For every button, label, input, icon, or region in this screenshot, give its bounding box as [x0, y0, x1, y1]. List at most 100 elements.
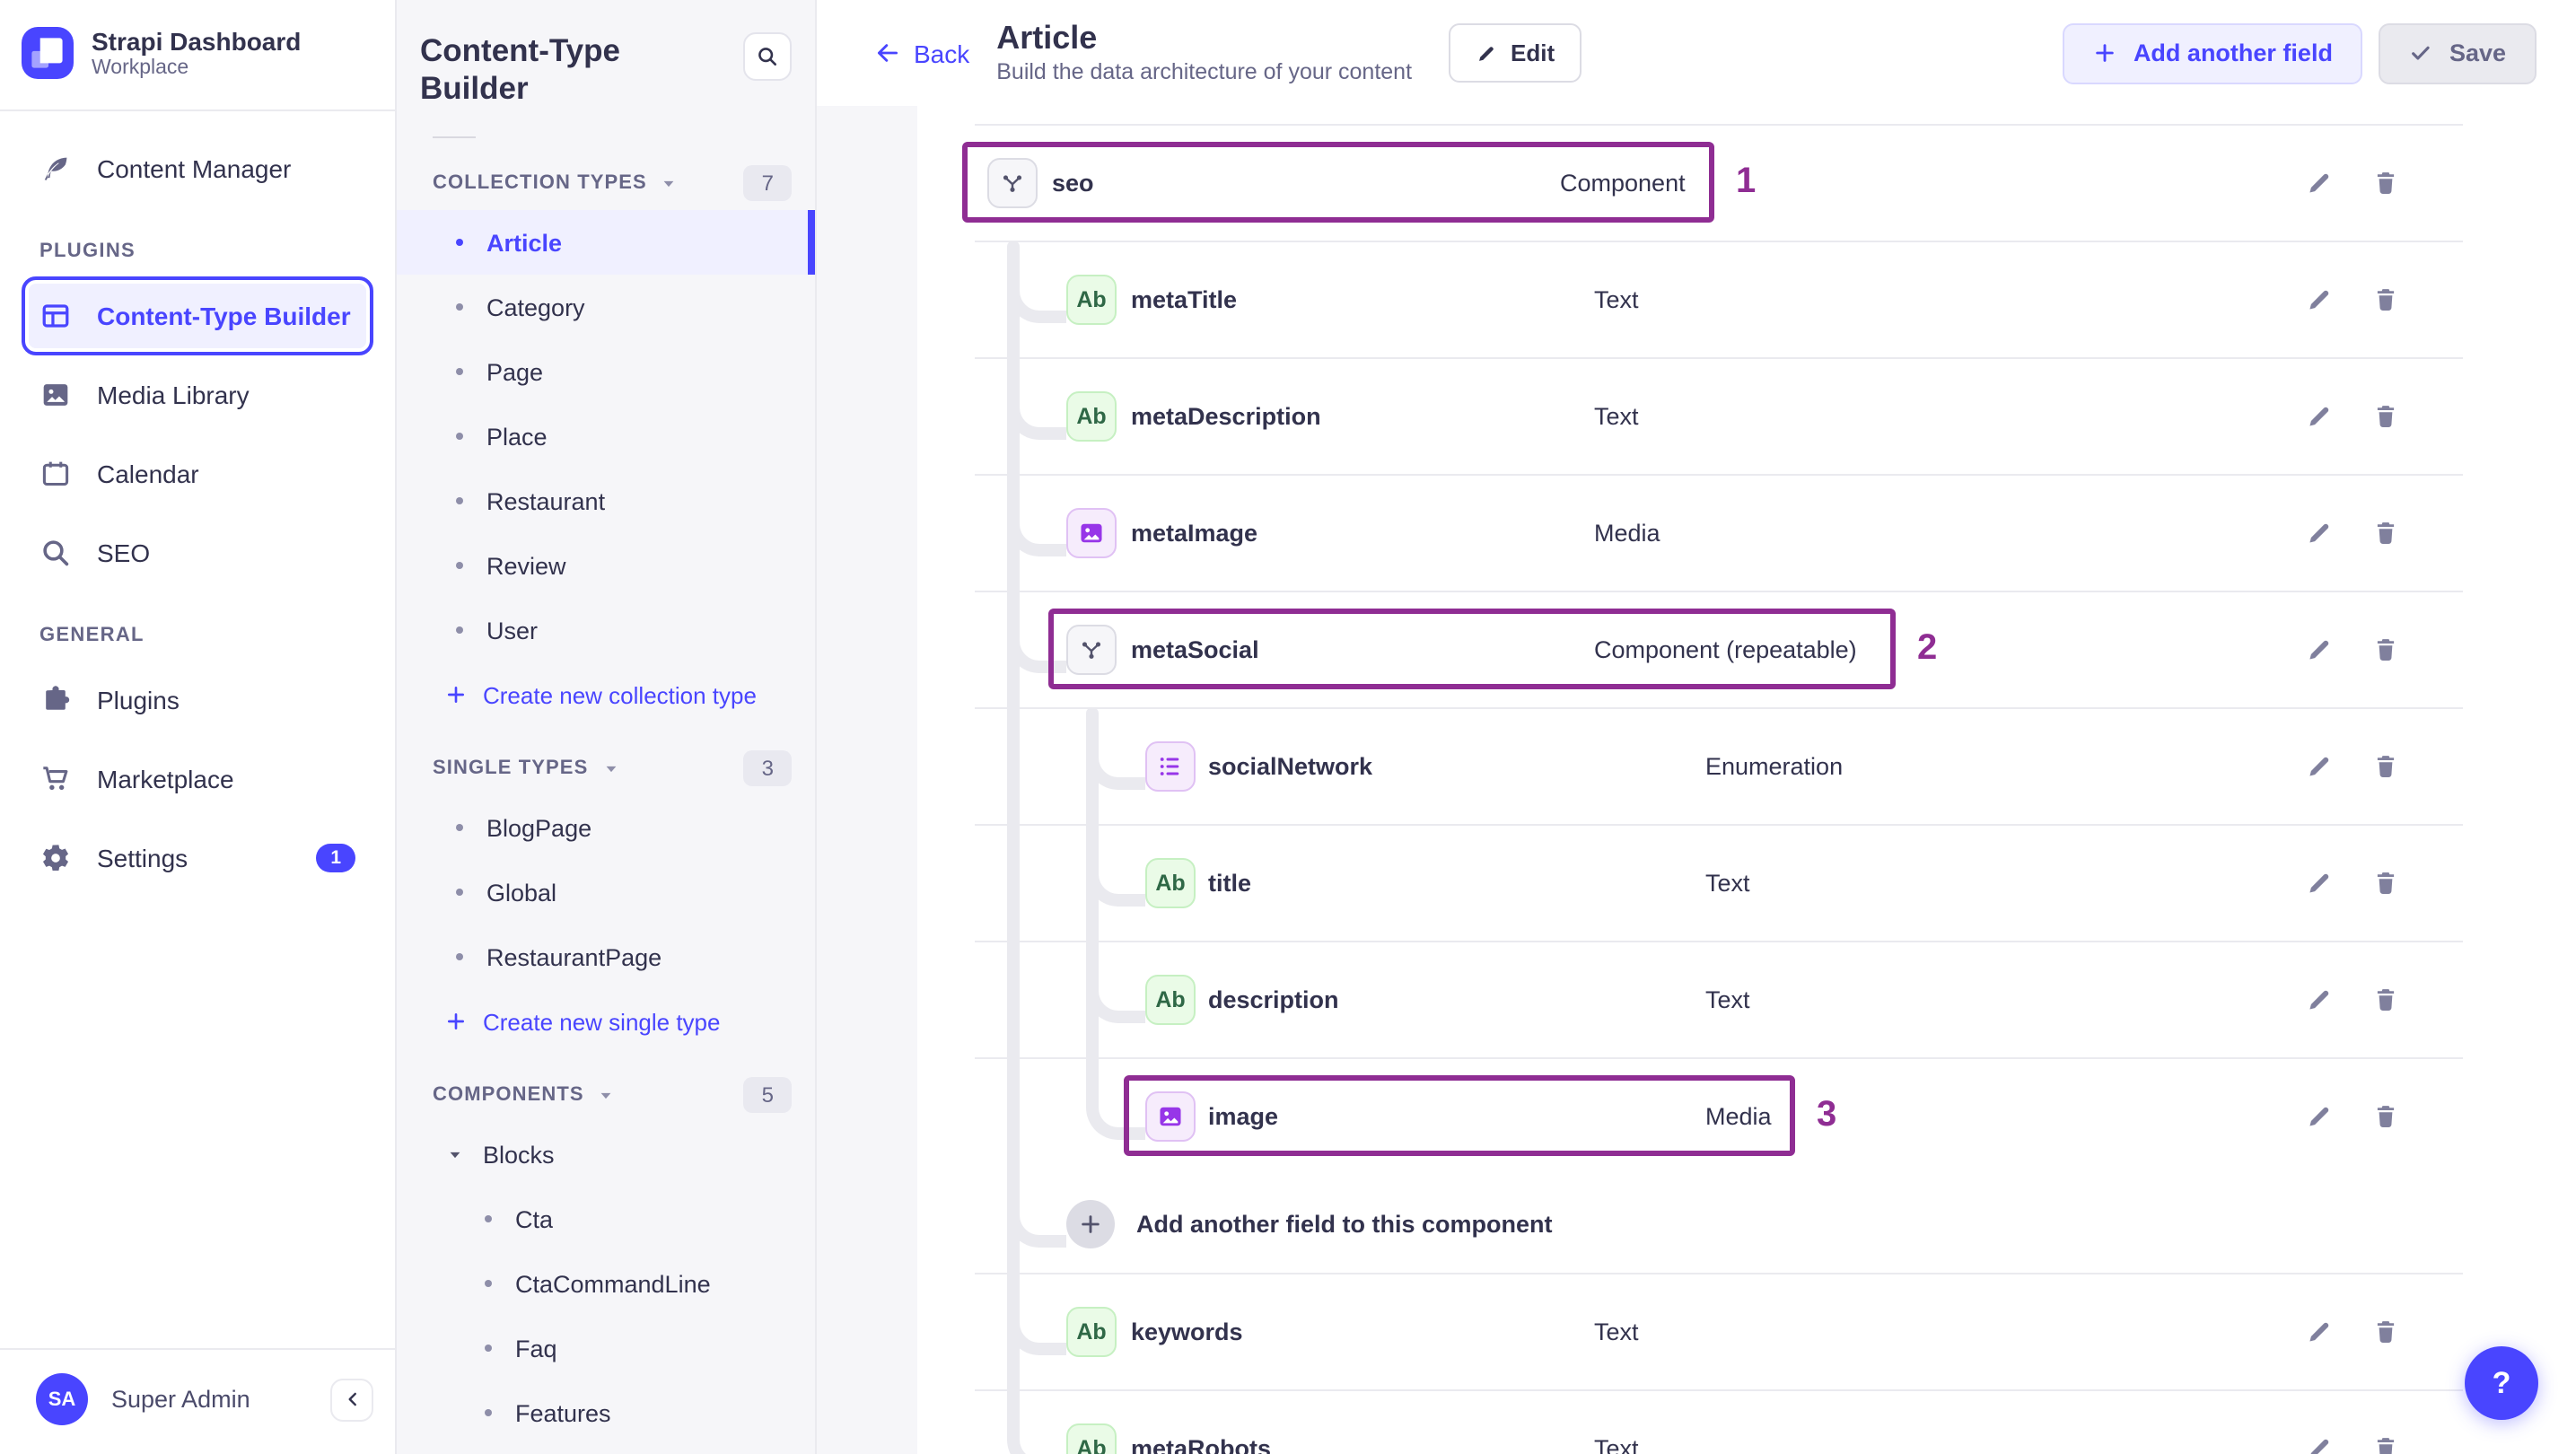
page-subtitle: Build the data architecture of your cont…	[996, 58, 1413, 83]
feather-icon	[39, 153, 72, 185]
add-another-field-button[interactable]: Add another field	[2063, 22, 2363, 83]
field-name: metaRobots	[1131, 1434, 1272, 1454]
caret-down-icon	[602, 760, 618, 776]
edit-field-button[interactable]	[2305, 985, 2334, 1013]
ctb-component-category-blocks[interactable]: Blocks	[420, 1122, 792, 1187]
edit-button[interactable]: Edit	[1448, 23, 1582, 83]
sidebar-item-label: Settings	[97, 844, 188, 872]
sidebar-item-settings[interactable]: Settings 1	[22, 819, 373, 898]
edit-field-button[interactable]	[2305, 1433, 2334, 1454]
sidebar-item-content-type-builder[interactable]: Content-Type Builder	[22, 276, 373, 355]
sidebar-item-content-manager[interactable]: Content Manager	[22, 129, 373, 208]
delete-field-button[interactable]	[2371, 751, 2400, 780]
back-link[interactable]: Back	[874, 39, 969, 67]
ctb-item-label: Review	[486, 552, 566, 579]
sidebar-item-media-library[interactable]: Media Library	[22, 355, 373, 434]
ctb-section-header-collection-types[interactable]: COLLECTION TYPES 7	[420, 160, 792, 206]
ctb-item-label: Category	[486, 293, 585, 320]
add-field-to-component-label: Add another field to this component	[1136, 1210, 1553, 1237]
sidebar-item-label: Marketplace	[97, 765, 234, 793]
ctb-item-label: Faq	[515, 1335, 557, 1362]
sidebar-item-marketplace[interactable]: Marketplace	[22, 740, 373, 819]
action-label: Create new collection type	[483, 681, 757, 708]
ctb-item-user[interactable]: User	[397, 598, 815, 662]
help-button[interactable]: ?	[2465, 1346, 2538, 1420]
chevron-left-icon	[342, 1389, 362, 1409]
ctb-item-global[interactable]: Global	[397, 860, 815, 924]
ctb-item-page[interactable]: Page	[397, 339, 815, 404]
add-field-to-component-button[interactable]	[1066, 1199, 1115, 1248]
sidebar-item-seo[interactable]: SEO	[22, 513, 373, 592]
field-type: Text	[1705, 869, 1750, 896]
save-button[interactable]: Save	[2379, 22, 2537, 83]
pencil-icon	[2305, 635, 2334, 663]
workspace-switcher[interactable]: Strapi Dashboard Workplace	[0, 0, 395, 109]
notification-badge: 1	[316, 843, 355, 873]
bullet-icon	[456, 824, 463, 831]
divider	[433, 136, 476, 138]
edit-field-button[interactable]	[2305, 1101, 2334, 1130]
trash-icon	[2371, 751, 2400, 780]
delete-field-button[interactable]	[2371, 868, 2400, 897]
ctb-item-review[interactable]: Review	[397, 533, 815, 598]
ctb-item-cta[interactable]: Cta	[397, 1187, 815, 1251]
delete-field-button[interactable]	[2371, 168, 2400, 197]
edit-field-button[interactable]	[2305, 868, 2334, 897]
delete-field-button[interactable]	[2371, 635, 2400, 663]
field-name: title	[1208, 869, 1252, 896]
ctb-item-restaurant[interactable]: Restaurant	[397, 469, 815, 533]
edit-field-button[interactable]	[2305, 518, 2334, 547]
pencil-icon	[2305, 751, 2334, 780]
edit-field-button[interactable]	[2305, 1317, 2334, 1345]
strapi-logo-icon	[22, 27, 74, 79]
text-field-icon: Ab	[1066, 274, 1117, 324]
field-type: Text	[1594, 402, 1639, 429]
delete-field-button[interactable]	[2371, 518, 2400, 547]
trash-icon	[2371, 868, 2400, 897]
text-field-icon: Ab	[1145, 974, 1196, 1024]
collapse-sidebar-button[interactable]	[330, 1378, 373, 1421]
delete-field-button[interactable]	[2371, 285, 2400, 313]
sidebar-nav: Content Manager PLUGINS Content-Type Build…	[0, 111, 395, 898]
delete-field-button[interactable]	[2371, 1101, 2400, 1130]
delete-field-button[interactable]	[2371, 985, 2400, 1013]
ctb-item-features[interactable]: Features	[397, 1380, 815, 1445]
pencil-icon	[2305, 518, 2334, 547]
ctb-item-place[interactable]: Place	[397, 404, 815, 469]
ctb-item-label: Page	[486, 358, 544, 385]
search-button[interactable]	[743, 32, 792, 81]
delete-field-button[interactable]	[2371, 401, 2400, 430]
sidebar-item-plugins[interactable]: Plugins	[22, 661, 373, 740]
create-new-type-link[interactable]: Create new collection type	[420, 662, 792, 727]
delete-field-button[interactable]	[2371, 1433, 2400, 1454]
edit-field-button[interactable]	[2305, 751, 2334, 780]
field-type: Media	[1705, 1102, 1772, 1129]
ctb-item-category[interactable]: Category	[397, 275, 815, 339]
edit-field-button[interactable]	[2305, 285, 2334, 313]
sidebar-item-label: Content Manager	[97, 154, 292, 183]
caret-down-icon	[599, 1087, 615, 1103]
ctb-item-blogpage[interactable]: BlogPage	[397, 795, 815, 860]
sidebar-item-calendar[interactable]: Calendar	[22, 434, 373, 513]
pencil-icon	[2305, 168, 2334, 197]
edit-field-button[interactable]	[2305, 401, 2334, 430]
bullet-list-icon	[1145, 740, 1196, 791]
ctb-section-header-components[interactable]: COMPONENTS 5	[420, 1072, 792, 1118]
trash-icon	[2371, 635, 2400, 663]
edit-field-button[interactable]	[2305, 635, 2334, 663]
trash-icon	[2371, 1433, 2400, 1454]
edit-field-button[interactable]	[2305, 168, 2334, 197]
create-new-type-link[interactable]: Create new single type	[420, 989, 792, 1054]
ctb-item-faq[interactable]: Faq	[397, 1316, 815, 1380]
pencil-icon	[2305, 985, 2334, 1013]
delete-field-button[interactable]	[2371, 1317, 2400, 1345]
bullet-icon	[456, 889, 463, 896]
bullet-icon	[456, 497, 463, 504]
share-node-icon	[987, 157, 1038, 207]
ctb-item-restaurantpage[interactable]: RestaurantPage	[397, 924, 815, 989]
ctb-item-ctacommandline[interactable]: CtaCommandLine	[397, 1251, 815, 1316]
magnifier-icon	[39, 537, 72, 569]
ctb-item-article[interactable]: Article	[397, 210, 815, 275]
ctb-section-header-single-types[interactable]: SINGLE TYPES 3	[420, 745, 792, 792]
user-menu[interactable]: SA Super Admin	[0, 1350, 395, 1454]
